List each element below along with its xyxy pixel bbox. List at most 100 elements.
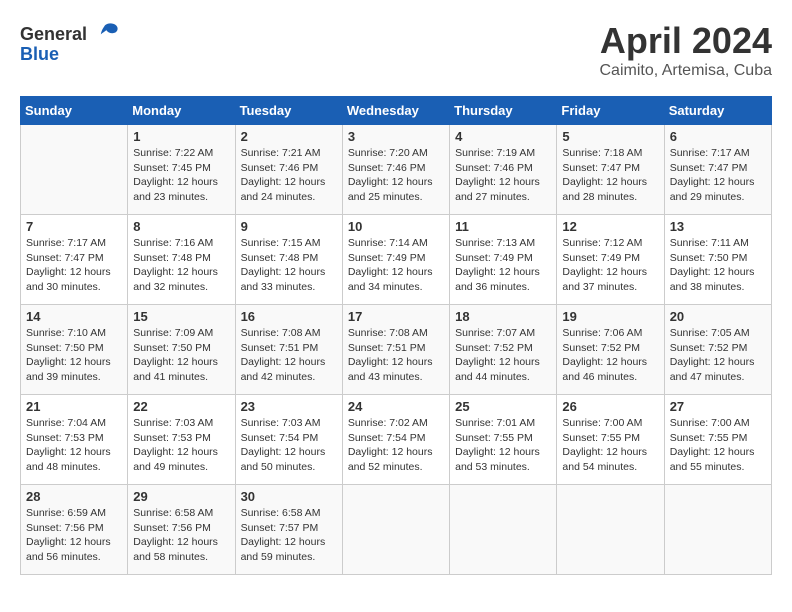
calendar-cell: 28Sunrise: 6:59 AM Sunset: 7:56 PM Dayli… (21, 485, 128, 575)
calendar-cell: 23 Sunrise: 7:03 AM Sunset: 7:54 PM Dayli… (235, 395, 342, 485)
day-info: Sunrise: 7:05 AM Sunset: 7:52 PM Dayligh… (670, 326, 766, 385)
day-info: Sunrise: 7:06 AM Sunset: 7:52 PM Dayligh… (562, 326, 658, 385)
calendar-cell: 20 Sunrise: 7:05 AM Sunset: 7:52 PM Dayli… (664, 305, 771, 395)
day-info: Sunrise: 7:16 AM Sunset: 7:48 PM Dayligh… (133, 236, 229, 295)
day-number: 3 (348, 129, 444, 144)
day-info: Sunrise: 7:11 AM Sunset: 7:50 PM Dayligh… (670, 236, 766, 295)
day-info: Sunrise: 7:02 AM Sunset: 7:54 PM Dayligh… (348, 416, 444, 475)
day-info: Sunrise: 7:07 AM Sunset: 7:52 PM Dayligh… (455, 326, 551, 385)
calendar-cell: 17 Sunrise: 7:08 AM Sunset: 7:51 PM Dayli… (342, 305, 449, 395)
calendar-day-header: Saturday (664, 97, 771, 125)
calendar-body: 1 Sunrise: 7:22 AM Sunset: 7:45 PM Daylig… (21, 125, 772, 575)
title-area: April 2024 Caimito, Artemisa, Cuba (599, 20, 772, 80)
calendar-cell: 2 Sunrise: 7:21 AM Sunset: 7:46 PM Daylig… (235, 125, 342, 215)
calendar-cell (450, 485, 557, 575)
calendar-cell: 24 Sunrise: 7:02 AM Sunset: 7:54 PM Dayli… (342, 395, 449, 485)
day-info: Sunrise: 7:17 AM Sunset: 7:47 PM Dayligh… (670, 146, 766, 205)
day-number: 6 (670, 129, 766, 144)
day-info: Sunrise: 7:10 AM Sunset: 7:50 PM Dayligh… (26, 326, 122, 385)
logo-bird-icon (91, 20, 119, 48)
calendar-cell: 25 Sunrise: 7:01 AM Sunset: 7:55 PM Dayli… (450, 395, 557, 485)
location-title: Caimito, Artemisa, Cuba (599, 62, 772, 80)
calendar-header-row: SundayMondayTuesdayWednesdayThursdayFrid… (21, 97, 772, 125)
day-number: 12 (562, 219, 658, 234)
day-info: Sunrise: 7:13 AM Sunset: 7:49 PM Dayligh… (455, 236, 551, 295)
calendar-day-header: Friday (557, 97, 664, 125)
calendar-cell: 5 Sunrise: 7:18 AM Sunset: 7:47 PM Daylig… (557, 125, 664, 215)
calendar-day-header: Tuesday (235, 97, 342, 125)
day-number: 17 (348, 309, 444, 324)
day-number: 16 (241, 309, 337, 324)
calendar-cell: 9Sunrise: 7:15 AM Sunset: 7:48 PM Daylig… (235, 215, 342, 305)
calendar-cell (664, 485, 771, 575)
calendar-week-row: 28Sunrise: 6:59 AM Sunset: 7:56 PM Dayli… (21, 485, 772, 575)
day-info: Sunrise: 7:01 AM Sunset: 7:55 PM Dayligh… (455, 416, 551, 475)
day-number: 11 (455, 219, 551, 234)
calendar-cell: 26Sunrise: 7:00 AM Sunset: 7:55 PM Dayli… (557, 395, 664, 485)
day-info: Sunrise: 7:09 AM Sunset: 7:50 PM Dayligh… (133, 326, 229, 385)
day-info: Sunrise: 7:21 AM Sunset: 7:46 PM Dayligh… (241, 146, 337, 205)
calendar-cell (342, 485, 449, 575)
calendar-day-header: Thursday (450, 97, 557, 125)
day-info: Sunrise: 7:12 AM Sunset: 7:49 PM Dayligh… (562, 236, 658, 295)
calendar-day-header: Sunday (21, 97, 128, 125)
day-number: 21 (26, 399, 122, 414)
calendar-week-row: 21 Sunrise: 7:04 AM Sunset: 7:53 PM Dayli… (21, 395, 772, 485)
calendar-cell: 10Sunrise: 7:14 AM Sunset: 7:49 PM Dayli… (342, 215, 449, 305)
calendar-cell: 21 Sunrise: 7:04 AM Sunset: 7:53 PM Dayli… (21, 395, 128, 485)
day-number: 13 (670, 219, 766, 234)
day-info: Sunrise: 7:17 AM Sunset: 7:47 PM Dayligh… (26, 236, 122, 295)
day-number: 30 (241, 489, 337, 504)
calendar-cell: 3 Sunrise: 7:20 AM Sunset: 7:46 PM Daylig… (342, 125, 449, 215)
calendar-cell: 11 Sunrise: 7:13 AM Sunset: 7:49 PM Dayli… (450, 215, 557, 305)
calendar-cell: 30Sunrise: 6:58 AM Sunset: 7:57 PM Dayli… (235, 485, 342, 575)
day-info: Sunrise: 7:04 AM Sunset: 7:53 PM Dayligh… (26, 416, 122, 475)
calendar-day-header: Wednesday (342, 97, 449, 125)
calendar-cell: 1 Sunrise: 7:22 AM Sunset: 7:45 PM Daylig… (128, 125, 235, 215)
day-info: Sunrise: 7:20 AM Sunset: 7:46 PM Dayligh… (348, 146, 444, 205)
day-info: Sunrise: 7:19 AM Sunset: 7:46 PM Dayligh… (455, 146, 551, 205)
day-info: Sunrise: 7:08 AM Sunset: 7:51 PM Dayligh… (241, 326, 337, 385)
day-info: Sunrise: 7:18 AM Sunset: 7:47 PM Dayligh… (562, 146, 658, 205)
day-number: 24 (348, 399, 444, 414)
calendar-cell: 19 Sunrise: 7:06 AM Sunset: 7:52 PM Dayli… (557, 305, 664, 395)
calendar-cell: 15 Sunrise: 7:09 AM Sunset: 7:50 PM Dayli… (128, 305, 235, 395)
day-info: Sunrise: 7:22 AM Sunset: 7:45 PM Dayligh… (133, 146, 229, 205)
day-info: Sunrise: 6:58 AM Sunset: 7:56 PM Dayligh… (133, 506, 229, 565)
day-number: 2 (241, 129, 337, 144)
calendar-cell: 22Sunrise: 7:03 AM Sunset: 7:53 PM Dayli… (128, 395, 235, 485)
day-info: Sunrise: 7:03 AM Sunset: 7:54 PM Dayligh… (241, 416, 337, 475)
day-number: 1 (133, 129, 229, 144)
calendar-cell: 13 Sunrise: 7:11 AM Sunset: 7:50 PM Dayli… (664, 215, 771, 305)
calendar-cell: 16 Sunrise: 7:08 AM Sunset: 7:51 PM Dayli… (235, 305, 342, 395)
day-number: 25 (455, 399, 551, 414)
calendar-table: SundayMondayTuesdayWednesdayThursdayFrid… (20, 96, 772, 575)
header: General Blue April 2024 Caimito, Artemis… (20, 20, 772, 80)
day-number: 19 (562, 309, 658, 324)
day-number: 8 (133, 219, 229, 234)
day-number: 23 (241, 399, 337, 414)
day-number: 15 (133, 309, 229, 324)
calendar-day-header: Monday (128, 97, 235, 125)
logo-general-text: General (20, 24, 87, 45)
logo: General Blue (20, 20, 119, 65)
day-info: Sunrise: 7:15 AM Sunset: 7:48 PM Dayligh… (241, 236, 337, 295)
calendar-week-row: 14 Sunrise: 7:10 AM Sunset: 7:50 PM Dayli… (21, 305, 772, 395)
day-info: Sunrise: 7:00 AM Sunset: 7:55 PM Dayligh… (670, 416, 766, 475)
day-number: 29 (133, 489, 229, 504)
day-number: 7 (26, 219, 122, 234)
day-number: 27 (670, 399, 766, 414)
calendar-cell (21, 125, 128, 215)
day-number: 5 (562, 129, 658, 144)
calendar-cell (557, 485, 664, 575)
day-info: Sunrise: 7:03 AM Sunset: 7:53 PM Dayligh… (133, 416, 229, 475)
day-number: 4 (455, 129, 551, 144)
calendar-cell: 8 Sunrise: 7:16 AM Sunset: 7:48 PM Daylig… (128, 215, 235, 305)
day-info: Sunrise: 7:08 AM Sunset: 7:51 PM Dayligh… (348, 326, 444, 385)
day-number: 14 (26, 309, 122, 324)
month-title: April 2024 (599, 20, 772, 62)
day-number: 18 (455, 309, 551, 324)
day-number: 20 (670, 309, 766, 324)
calendar-cell: 18 Sunrise: 7:07 AM Sunset: 7:52 PM Dayli… (450, 305, 557, 395)
calendar-cell: 6 Sunrise: 7:17 AM Sunset: 7:47 PM Daylig… (664, 125, 771, 215)
